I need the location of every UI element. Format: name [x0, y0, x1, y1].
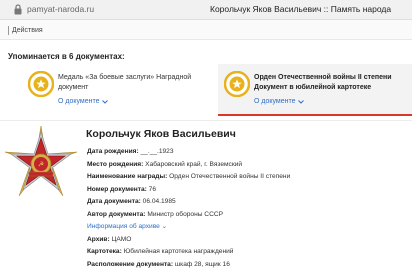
lock-icon [14, 4, 22, 15]
document-card-text: Орден Отечественной войны II степени Док… [254, 74, 392, 91]
field-row: Дата рождения: __.__.1923 [87, 148, 174, 155]
actions-label: Действия [12, 26, 43, 34]
actions-button[interactable]: Действия [8, 24, 43, 36]
document-card-order[interactable]: Орден Отечественной войны II степени Док… [218, 64, 412, 116]
medal-icon [224, 71, 250, 97]
divider [8, 25, 9, 35]
field-row: Место рождения: Хабаровский край, г. Вяз… [87, 160, 243, 168]
about-document-link[interactable]: О документе [58, 98, 108, 105]
person-details: Дата рождения: __.__.1923 Место рождения… [87, 146, 407, 271]
chevron-down-icon [101, 99, 108, 104]
document-card-text: Медаль «За боевые заслуги» Наградной док… [58, 74, 192, 91]
field-row: Картотека: Юбилейная картотека награжден… [87, 248, 234, 255]
person-name: Корольчук Яков Васильевич [86, 128, 236, 140]
field-row: Дата документа: 06.04.1985 [87, 198, 176, 205]
field-row: Номер документа: 76 [87, 185, 157, 193]
field-row: Наименование награды: Орден Отечественно… [87, 173, 291, 180]
mentions-header: Упоминается в 6 документах: [8, 52, 125, 61]
field-row: Расположение документа: шкаф 28, ящик 16 [87, 260, 230, 268]
address-bar-url[interactable]: pamyat-naroda.ru [27, 4, 94, 14]
document-card-medal[interactable]: Медаль «За боевые заслуги» Наградной док… [22, 64, 218, 116]
divider [0, 120, 412, 121]
chevron-down-icon [297, 99, 304, 104]
chevron-down-icon: ⌄ [161, 223, 168, 230]
order-image: ☭ [4, 125, 78, 197]
field-row: Автор документа: Министр обороны СССР [87, 210, 223, 218]
archive-info-link[interactable]: Информация об архиве ⌄ [87, 221, 407, 234]
svg-text:☭: ☭ [38, 161, 44, 169]
field-row: Архив: ЦАМО [87, 235, 132, 243]
about-document-link[interactable]: О документе [254, 98, 304, 105]
page-title-tab: Корольчук Яков Васильевич :: Память наро… [210, 4, 392, 14]
medal-icon [28, 71, 54, 97]
action-bar: Действия [0, 20, 412, 40]
browser-bar: pamyat-naroda.ru Корольчук Яков Васильев… [0, 0, 412, 20]
